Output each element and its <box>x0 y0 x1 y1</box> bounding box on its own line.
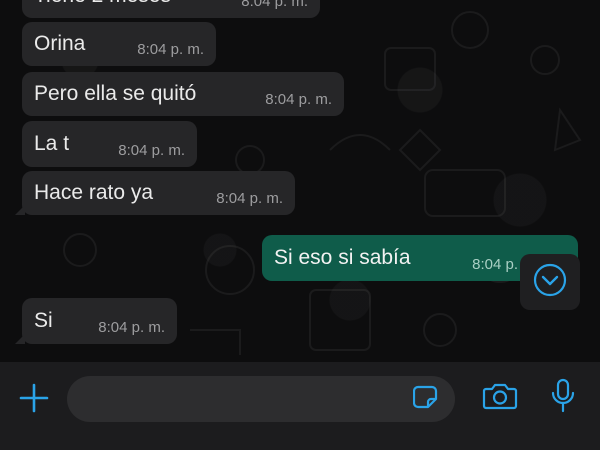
message-text: La t <box>34 132 70 155</box>
message-time: 8:04 p. m. <box>216 190 283 207</box>
camera-icon <box>482 381 518 416</box>
message-text: Pero ella se quitó <box>34 82 197 105</box>
message-bubble-incoming[interactable]: Pero ella se quitó 8:04 p. m. <box>22 72 344 116</box>
camera-button[interactable] <box>478 378 522 418</box>
plus-icon <box>18 382 50 419</box>
chat-area[interactable]: Tiene 2 meses 8:04 p. m. Orina 8:04 p. m… <box>0 0 600 362</box>
message-time: 8:04 p. m. <box>265 91 332 108</box>
microphone-icon <box>549 378 577 419</box>
message-text: Hace rato ya <box>34 181 154 204</box>
message-bubble-incoming[interactable]: Si 8:04 p. m. <box>15 298 177 344</box>
sticker-button[interactable] <box>411 384 441 414</box>
message-text: Si <box>34 309 53 332</box>
scroll-to-bottom-button[interactable] <box>520 254 580 310</box>
composer-bar <box>0 362 600 450</box>
message-time: 8:04 p. <box>472 256 518 273</box>
message-bubble-incoming[interactable]: Hace rato ya 8:04 p. m. <box>15 171 295 215</box>
message-bubble-incoming[interactable]: Tiene 2 meses 8:04 p. m. <box>22 0 320 18</box>
message-text: Tiene 2 meses <box>34 0 171 8</box>
message-time: 8:04 p. m. <box>241 0 308 10</box>
sticker-icon <box>412 384 439 415</box>
message-time: 8:04 p. m. <box>98 319 165 336</box>
message-input[interactable] <box>67 376 455 422</box>
message-text: Orina <box>34 32 86 55</box>
voice-message-button[interactable] <box>543 376 583 420</box>
message-bubble-incoming[interactable]: Orina 8:04 p. m. <box>22 22 216 66</box>
message-bubble-incoming[interactable]: La t 8:04 p. m. <box>22 121 197 167</box>
chevron-down-circle-icon <box>532 262 568 303</box>
message-time: 8:04 p. m. <box>137 41 204 58</box>
message-text: Si eso si sabía <box>274 246 411 269</box>
message-time: 8:04 p. m. <box>118 142 185 159</box>
attach-button[interactable] <box>14 380 54 420</box>
